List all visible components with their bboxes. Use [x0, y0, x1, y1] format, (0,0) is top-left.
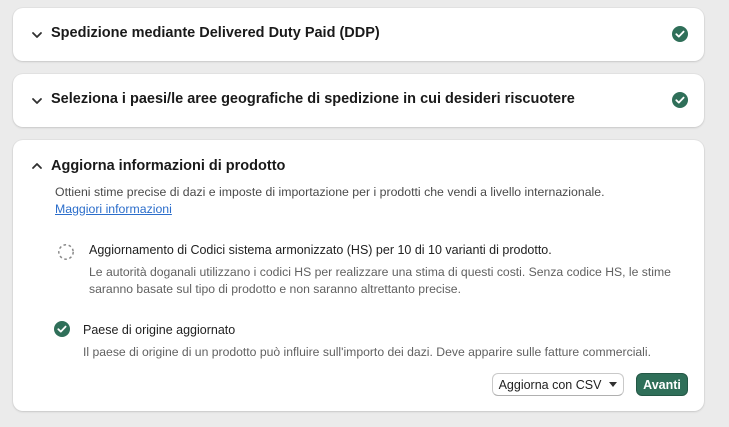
section-card-product-info: Aggiorna informazioni di prodotto Ottien…: [13, 140, 704, 411]
dashed-circle-icon: [58, 244, 74, 260]
learn-more-link[interactable]: Maggiori informazioni: [55, 202, 172, 216]
update-csv-button[interactable]: Aggiorna con CSV: [492, 373, 624, 396]
section-title: Spedizione mediante Delivered Duty Paid …: [51, 25, 380, 41]
check-circle-icon: [54, 321, 70, 337]
check-circle-icon: [672, 92, 688, 108]
section-header-product-info[interactable]: Aggiorna informazioni di prodotto: [13, 140, 704, 190]
step-description-origin-country: Il paese di origine di un prodotto può i…: [83, 345, 651, 359]
section-intro: Ottieni stime precise di dazi e imposte …: [55, 184, 655, 218]
step-title-origin-country: Paese di origine aggiornato: [83, 323, 236, 337]
section-title: Aggiorna informazioni di prodotto: [51, 158, 286, 174]
section-card-countries: Seleziona i paesi/le aree geografiche di…: [13, 74, 704, 127]
step-title-hs-codes: Aggiornamento di Codici sistema armonizz…: [89, 243, 552, 257]
caret-down-icon: [609, 382, 618, 387]
section-header-ddp[interactable]: Spedizione mediante Delivered Duty Paid …: [13, 8, 704, 61]
step-description-hs-codes: Le autorità doganali utilizzano i codici…: [89, 265, 671, 296]
section-title: Seleziona i paesi/le aree geografiche di…: [51, 91, 575, 107]
section-header-countries[interactable]: Seleziona i paesi/le aree geografiche di…: [13, 74, 704, 127]
check-circle-icon: [672, 26, 688, 42]
intro-text: Ottieni stime precise di dazi e imposte …: [55, 185, 605, 199]
section-card-ddp: Spedizione mediante Delivered Duty Paid …: [13, 8, 704, 61]
next-button[interactable]: Avanti: [636, 373, 688, 396]
chevron-down-icon: [32, 32, 42, 38]
chevron-down-icon: [32, 98, 42, 104]
update-csv-label: Aggiorna con CSV: [498, 377, 602, 392]
chevron-up-icon: [32, 163, 42, 169]
